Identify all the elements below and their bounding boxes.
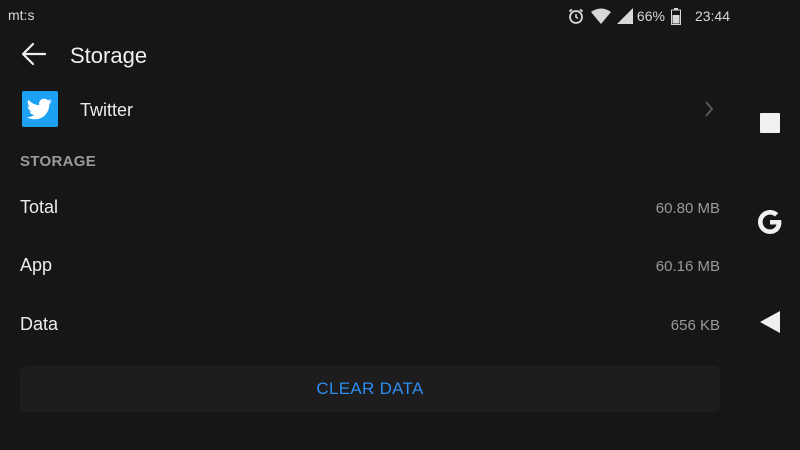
cell-signal-icon xyxy=(616,8,633,24)
storage-row-data: Data 656 KB xyxy=(0,306,740,346)
carrier-name: mt:s xyxy=(8,7,35,23)
recents-button[interactable] xyxy=(754,109,786,141)
page-title: Storage xyxy=(70,43,148,68)
battery-icon xyxy=(670,7,681,25)
nav-back-button[interactable] xyxy=(754,308,786,340)
chevron-right-icon xyxy=(704,100,714,123)
clock: 23:44 xyxy=(694,8,730,24)
wifi-icon xyxy=(590,8,611,24)
row-value: 60.16 MB xyxy=(655,258,720,275)
storage-settings-panel: mt:s 66% 23:44 Storage Twitter STORAGE T… xyxy=(0,0,740,450)
alarm-icon xyxy=(567,7,585,25)
google-g-icon xyxy=(755,207,785,242)
navigation-bar xyxy=(740,0,800,450)
twitter-bird-icon xyxy=(22,91,58,127)
storage-row-app: App 60.16 MB xyxy=(0,247,740,287)
recents-square-icon xyxy=(759,112,781,139)
row-value: 656 KB xyxy=(670,317,720,334)
arrow-left-icon xyxy=(21,42,47,71)
home-button[interactable] xyxy=(754,208,786,240)
app-info-row[interactable]: Twitter xyxy=(0,84,740,136)
app-name: Twitter xyxy=(80,100,134,120)
back-triangle-icon xyxy=(758,309,782,340)
status-bar: mt:s 66% 23:44 xyxy=(0,0,740,32)
row-label: Total xyxy=(20,197,59,217)
phone-screen: mt:s 66% 23:44 Storage Twitter STORAGE T… xyxy=(0,0,800,450)
clear-data-label: CLEAR DATA xyxy=(316,379,424,398)
storage-row-total: Total 60.80 MB xyxy=(0,189,740,229)
row-label: App xyxy=(20,255,53,275)
row-label: Data xyxy=(20,314,59,334)
row-value: 60.80 MB xyxy=(655,200,720,217)
status-indicators: 66% 23:44 xyxy=(567,6,730,26)
back-button[interactable] xyxy=(14,40,54,72)
storage-section-header: STORAGE xyxy=(20,153,97,170)
clear-data-button[interactable]: CLEAR DATA xyxy=(20,366,720,412)
battery-percent: 66% xyxy=(636,8,665,24)
app-bar: Storage xyxy=(0,32,740,80)
